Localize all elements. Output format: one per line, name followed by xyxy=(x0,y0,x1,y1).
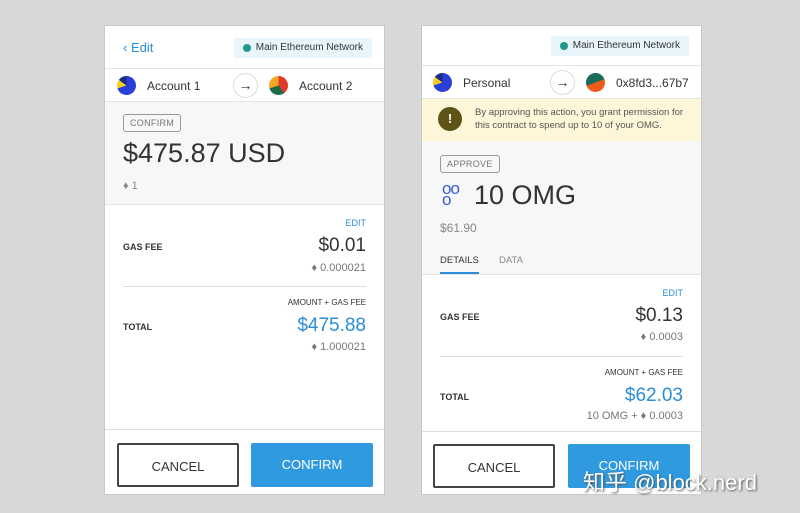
tab-data[interactable]: DATA xyxy=(499,255,523,266)
network-badge[interactable]: Main Ethereum Network xyxy=(233,38,372,58)
total-usd: $62.03 xyxy=(624,385,683,406)
gas-fee-label: GAS FEE xyxy=(440,312,480,322)
warning-text: By approving this action, you grant perm… xyxy=(475,107,684,131)
network-badge[interactable]: Main Ethereum Network xyxy=(550,36,689,56)
token-usd: $61.90 xyxy=(440,221,477,235)
account-avatar xyxy=(586,73,605,92)
cancel-button[interactable]: CANCEL xyxy=(117,443,239,487)
total-label: TOTAL xyxy=(123,322,153,332)
edit-gas-link[interactable]: EDIT xyxy=(662,288,683,298)
warning-banner: ! By approving this action, you grant pe… xyxy=(422,99,701,141)
total-eth: ♦ 1.000021 xyxy=(311,341,366,353)
warning-icon: ! xyxy=(438,107,462,131)
account-avatar xyxy=(269,76,288,95)
watermark: 知乎 @block.nerd xyxy=(583,470,757,495)
confirm-button[interactable]: CONFIRM xyxy=(251,443,373,487)
amount-section: CONFIRM $475.87 USD ♦ 1 xyxy=(105,102,384,205)
arrow-right-icon: → xyxy=(550,70,575,95)
edit-gas-link[interactable]: EDIT xyxy=(345,218,366,228)
confirm-panel: ‹ Edit Main Ethereum Network Account 1 →… xyxy=(104,25,385,495)
cancel-button[interactable]: CANCEL xyxy=(433,444,555,488)
divider xyxy=(422,431,701,432)
to-address: 0x8fd3...67b7 xyxy=(616,76,689,90)
arrow-right-icon: → xyxy=(233,73,258,98)
from-account: Personal xyxy=(463,76,511,90)
total-label: TOTAL xyxy=(440,392,470,402)
divider xyxy=(123,286,366,287)
edit-back-link[interactable]: ‹ Edit xyxy=(123,40,153,55)
account-bar: Personal → 0x8fd3...67b7 xyxy=(422,65,701,99)
account-bar: Account 1 → Account 2 xyxy=(105,68,384,102)
amount-usd: $475.87 USD xyxy=(123,138,286,168)
chevron-left-icon: ‹ xyxy=(123,40,131,55)
gas-fee-label: GAS FEE xyxy=(123,242,163,252)
amount-gas-label: AMOUNT + GAS FEE xyxy=(287,298,366,307)
divider xyxy=(105,429,384,430)
omg-token-icon: oo o xyxy=(442,179,460,209)
confirm-badge: CONFIRM xyxy=(123,114,182,132)
approve-badge: APPROVE xyxy=(440,155,500,173)
amount-section: APPROVE oo o 10 OMG $61.90 DETAILS DATA xyxy=(422,141,701,275)
gas-fee-eth: ♦ 0.000021 xyxy=(311,262,366,274)
approve-panel: Main Ethereum Network Personal → 0x8fd3.… xyxy=(421,25,702,495)
account-avatar xyxy=(433,73,452,92)
token-amount: 10 OMG xyxy=(474,180,577,210)
to-account: Account 2 xyxy=(299,79,353,93)
divider xyxy=(440,356,683,357)
total-breakdown: 10 OMG + ♦ 0.0003 xyxy=(586,410,683,422)
gas-fee-eth: ♦ 0.0003 xyxy=(640,331,683,343)
gas-fee-usd: $0.13 xyxy=(635,305,683,326)
amount-gas-label: AMOUNT + GAS FEE xyxy=(604,368,683,377)
gas-fee-usd: $0.01 xyxy=(318,235,366,256)
amount-eth: ♦ 1 xyxy=(123,180,138,192)
from-account: Account 1 xyxy=(147,79,201,93)
total-usd: $475.88 xyxy=(297,315,366,336)
account-avatar xyxy=(117,76,136,95)
tab-details[interactable]: DETAILS xyxy=(440,255,479,274)
